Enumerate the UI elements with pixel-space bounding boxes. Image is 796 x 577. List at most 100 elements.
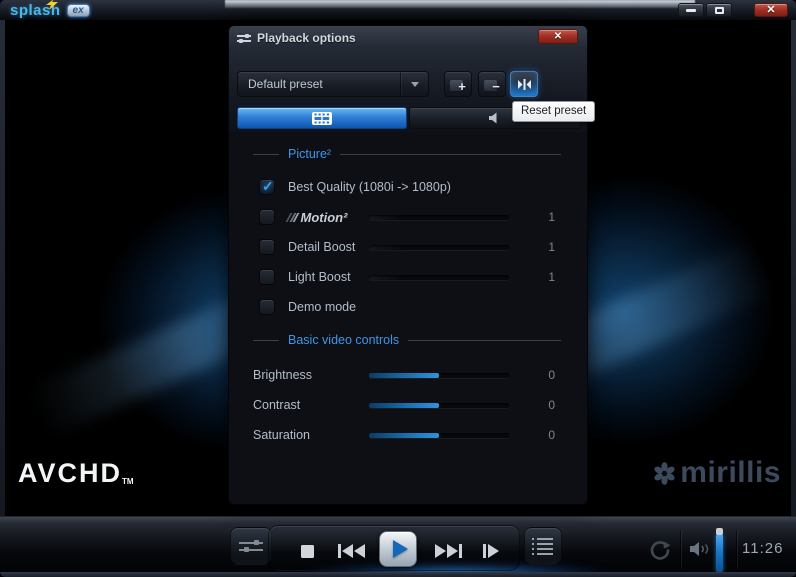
light-boost-value: 1 bbox=[548, 270, 555, 284]
window-frame-right bbox=[791, 20, 796, 516]
bar-divider bbox=[737, 531, 738, 569]
spark-icon bbox=[46, 0, 58, 10]
brightness-row: Brightness 0 bbox=[229, 360, 587, 390]
mirillis-flower-icon bbox=[654, 461, 675, 485]
motion-row: ✓ Motion² 1 bbox=[229, 202, 587, 232]
remove-preset-button[interactable]: − bbox=[478, 71, 506, 97]
demo-mode-checkbox[interactable]: ✓ bbox=[259, 299, 275, 315]
playback-settings-button[interactable] bbox=[230, 527, 272, 565]
brightness-slider[interactable] bbox=[369, 373, 509, 378]
best-quality-checkbox[interactable]: ✓ bbox=[259, 179, 275, 195]
playlist-button[interactable] bbox=[524, 527, 562, 565]
basic-controls-section-title: Basic video controls bbox=[288, 333, 400, 347]
brightness-label: Brightness bbox=[253, 368, 313, 382]
avchd-logo: AVCHDTM bbox=[18, 458, 134, 488]
add-preset-icon: + bbox=[450, 77, 466, 93]
titlebar-sheen bbox=[225, 0, 695, 8]
picture-section-title: Picture² bbox=[288, 147, 332, 161]
app-logo: splash ex bbox=[10, 0, 90, 19]
previous-icon bbox=[338, 544, 341, 558]
app-logo-badge: ex bbox=[66, 3, 90, 17]
preset-dropdown[interactable]: Default preset bbox=[237, 71, 429, 97]
close-window-button[interactable]: ✕ bbox=[754, 3, 788, 17]
film-icon bbox=[312, 111, 332, 125]
volume-fill bbox=[716, 534, 723, 572]
bar-divider bbox=[681, 531, 682, 569]
maximize-button[interactable] bbox=[706, 3, 732, 17]
minimize-button[interactable] bbox=[678, 3, 704, 17]
saturation-slider[interactable] bbox=[369, 433, 509, 438]
playback-options-dialog: Playback options ✕ Default preset + − Pi… bbox=[228, 25, 588, 505]
maximize-icon bbox=[714, 6, 724, 14]
minimize-icon bbox=[686, 8, 696, 12]
motion-value: 1 bbox=[548, 210, 555, 224]
step-forward-icon bbox=[483, 544, 486, 558]
saturation-row: Saturation 0 bbox=[229, 420, 587, 450]
next-button[interactable] bbox=[435, 544, 462, 558]
detail-boost-label: Detail Boost bbox=[288, 240, 356, 254]
mirillis-logo: mirillis bbox=[652, 456, 781, 490]
step-forward-button[interactable] bbox=[483, 544, 499, 558]
contrast-row: Contrast 0 bbox=[229, 390, 587, 420]
reset-preset-icon bbox=[517, 78, 531, 90]
motion-checkbox[interactable]: ✓ bbox=[259, 209, 275, 225]
tab-video[interactable] bbox=[237, 107, 407, 129]
detail-boost-row: ✓ Detail Boost 1 bbox=[229, 232, 587, 262]
options-icon bbox=[237, 33, 251, 44]
preset-row: Default preset + − bbox=[229, 71, 587, 97]
detail-boost-value: 1 bbox=[548, 240, 555, 254]
saturation-value: 0 bbox=[548, 428, 555, 442]
light-boost-slider[interactable] bbox=[369, 275, 509, 280]
reset-preset-tooltip: Reset preset bbox=[512, 101, 596, 122]
volume-slider[interactable] bbox=[716, 528, 723, 572]
demo-mode-row: ✓ Demo mode bbox=[229, 292, 587, 322]
window-frame-bottom bbox=[0, 572, 796, 577]
motion-label: Motion² bbox=[300, 209, 348, 225]
previous-button[interactable] bbox=[338, 544, 365, 558]
play-button[interactable] bbox=[379, 531, 417, 567]
clock-display: 11:26 bbox=[742, 540, 784, 557]
motion-slider[interactable] bbox=[369, 215, 509, 220]
playlist-icon bbox=[532, 537, 554, 555]
reset-preset-button[interactable] bbox=[510, 71, 538, 97]
avchd-tm: TM bbox=[122, 477, 134, 486]
chevron-down-icon bbox=[410, 81, 419, 87]
contrast-value: 0 bbox=[548, 398, 555, 412]
stop-icon bbox=[301, 545, 314, 558]
preset-dropdown-caret[interactable] bbox=[400, 72, 428, 96]
speaker-icon bbox=[489, 112, 497, 124]
add-preset-button[interactable]: + bbox=[444, 71, 472, 97]
basic-controls-section-header: Basic video controls bbox=[253, 330, 561, 350]
detail-boost-checkbox[interactable]: ✓ bbox=[259, 239, 275, 255]
volume-knob[interactable] bbox=[716, 528, 723, 535]
saturation-label: Saturation bbox=[253, 428, 310, 442]
detail-boost-slider[interactable] bbox=[369, 245, 509, 250]
light-boost-label: Light Boost bbox=[288, 270, 351, 284]
close-icon: ✕ bbox=[766, 3, 776, 16]
check-icon: ✓ bbox=[262, 178, 274, 194]
splash-player-window: splash ex ✕ AVCHDTM mirillis Playback op… bbox=[0, 0, 796, 577]
contrast-slider[interactable] bbox=[369, 403, 509, 408]
picture-section-header: Picture² bbox=[253, 144, 561, 164]
next-icon bbox=[435, 544, 446, 558]
best-quality-row: ✓ Best Quality (1080i -> 1080p) bbox=[229, 172, 587, 202]
dialog-title: Playback options bbox=[257, 31, 356, 45]
mirillis-text: mirillis bbox=[680, 456, 781, 489]
demo-mode-label: Demo mode bbox=[288, 300, 357, 314]
brightness-value: 0 bbox=[548, 368, 555, 382]
transport-controls-group bbox=[268, 525, 520, 571]
volume-icon[interactable] bbox=[690, 541, 714, 557]
repeat-button[interactable] bbox=[649, 539, 671, 561]
light-boost-row: ✓ Light Boost 1 bbox=[229, 262, 587, 292]
play-icon bbox=[392, 540, 408, 558]
stop-button[interactable] bbox=[301, 545, 314, 558]
close-icon: ✕ bbox=[553, 30, 563, 42]
contrast-label: Contrast bbox=[253, 398, 301, 412]
preset-dropdown-value: Default preset bbox=[248, 77, 323, 91]
best-quality-label: Best Quality (1080i -> 1080p) bbox=[288, 180, 451, 194]
bottom-control-bar: 11:26 bbox=[0, 516, 796, 577]
light-boost-checkbox[interactable]: ✓ bbox=[259, 269, 275, 285]
motion-bars-icon bbox=[285, 212, 300, 222]
dialog-header: Playback options ✕ bbox=[229, 26, 587, 50]
dialog-close-button[interactable]: ✕ bbox=[538, 29, 578, 44]
